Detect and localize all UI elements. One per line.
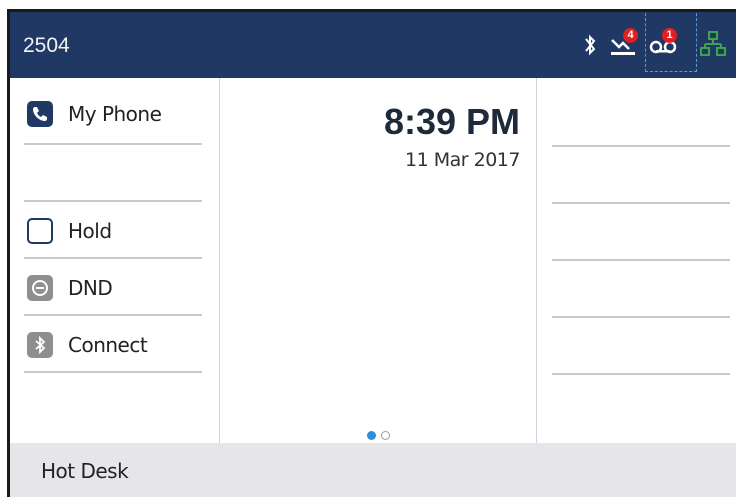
right-softkeys: [537, 78, 736, 443]
extension-number: 2504: [23, 34, 70, 57]
hot-desk-softkey[interactable]: Hot Desk: [41, 459, 129, 483]
phone-screen: 2504 4 1 My Phone Hold DND Connect 8:39 …: [7, 9, 736, 497]
key-label: Connect: [68, 333, 148, 357]
right-key-divider: [552, 316, 730, 318]
network-icon: [700, 30, 726, 65]
idle-screen-center: 8:39 PM 11 Mar 2017: [219, 78, 537, 443]
status-icons: 4 1: [569, 12, 736, 78]
key-label: Hold: [68, 219, 112, 243]
softkey-bar: Hot Desk: [10, 443, 736, 497]
missed-calls-icon[interactable]: 4: [609, 28, 638, 63]
left-softkeys: My Phone Hold DND Connect: [10, 78, 219, 443]
page-indicator[interactable]: [362, 431, 402, 443]
dnd-icon: [27, 275, 53, 301]
key-hold[interactable]: Hold: [24, 202, 202, 259]
bluetooth-icon: [27, 332, 53, 358]
right-key-divider: [552, 202, 730, 204]
key-connect[interactable]: Connect: [24, 316, 202, 373]
right-key-divider: [552, 373, 730, 375]
empty-key-icon: [27, 218, 53, 244]
missed-calls-badge: 4: [623, 28, 638, 43]
clock-date: 11 Mar 2017: [405, 149, 520, 171]
right-key-divider: [552, 259, 730, 261]
page-dot: [381, 431, 390, 440]
right-key-divider: [552, 145, 730, 147]
focus-indicator: [645, 12, 697, 72]
key-label: DND: [68, 276, 113, 300]
key-dnd[interactable]: DND: [24, 259, 202, 316]
key-my-phone[interactable]: My Phone: [24, 88, 202, 145]
key-empty[interactable]: [24, 145, 202, 202]
clock-time: 8:39 PM: [383, 101, 520, 142]
page-dot-active: [367, 431, 376, 440]
key-label: My Phone: [68, 102, 162, 126]
bluetooth-icon: [583, 33, 597, 62]
status-bar: 2504 4 1: [10, 12, 736, 78]
phone-icon: [27, 101, 53, 127]
